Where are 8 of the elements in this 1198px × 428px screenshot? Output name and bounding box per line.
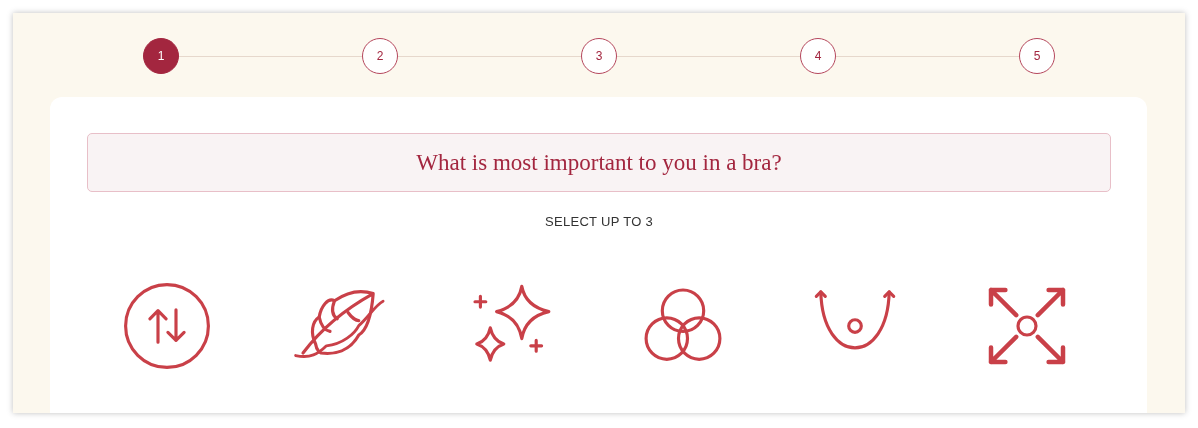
instruction-text: SELECT UP TO 3 — [544, 214, 654, 229]
up-down-arrows-icon[interactable] — [122, 281, 212, 371]
step-indicator: 2 — [362, 38, 398, 74]
step-indicator: 3 — [581, 38, 617, 74]
step-indicator: 5 — [1019, 38, 1055, 74]
question-banner: What is most important to you in a bra? — [87, 133, 1111, 192]
step-indicator: 1 — [143, 38, 179, 74]
step-indicator: 4 — [800, 38, 836, 74]
